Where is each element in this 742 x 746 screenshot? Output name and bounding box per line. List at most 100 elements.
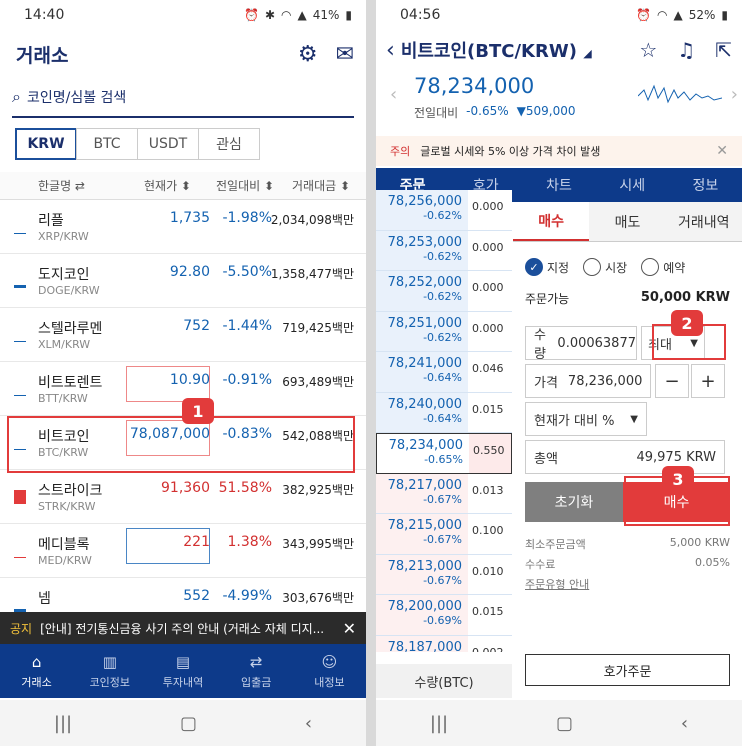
star-icon[interactable]: ☆ <box>639 38 657 62</box>
nav-investments[interactable]: ▤ 투자내역 <box>146 644 219 698</box>
ob-price: 78,253,000 <box>387 234 462 250</box>
back-icon[interactable]: ‹ <box>681 713 688 734</box>
table-row[interactable]: 스텔라루멘 XLM/KRW 752 -1.44% 719,425백만 <box>0 308 366 362</box>
ob-pct: -0.65% <box>424 453 463 466</box>
coin-price: 91,360 <box>161 480 210 496</box>
back-icon[interactable]: ‹ <box>305 713 312 734</box>
gear-icon[interactable]: ⚙ <box>298 42 318 67</box>
info-label: 최소주문금액 <box>525 538 586 551</box>
price-field[interactable]: 가격 78,236,000 <box>525 364 651 398</box>
info-label: 수수료 <box>525 558 556 571</box>
tab-favorites[interactable]: 관심 <box>198 128 260 160</box>
search-icon: ⌕ <box>12 87 21 106</box>
col-price[interactable]: 현재가 ⬍ <box>144 177 191 194</box>
radio-circle-icon <box>583 258 602 276</box>
check-icon: ✓ <box>525 258 543 276</box>
chat-icon[interactable]: ✉ <box>336 42 354 67</box>
nav-coin-info[interactable]: ▥ 코인정보 <box>73 644 146 698</box>
bell-icon[interactable]: ♫ <box>677 38 695 62</box>
orderbook-row[interactable]: 78,251,000 -0.62% 0.000 <box>376 311 512 352</box>
dropdown-icon: ◢ <box>583 47 592 60</box>
orderbook-row[interactable]: 78,240,000 -0.64% 0.015 <box>376 392 512 433</box>
nav-deposit[interactable]: ⇄ 입출금 <box>220 644 293 698</box>
share-icon[interactable]: ⇱ <box>715 38 732 62</box>
radio-limit[interactable]: ✓ 지정 <box>525 258 569 276</box>
ob-pct: -0.67% <box>423 492 462 506</box>
table-row[interactable]: 메디블록 MED/KRW 221 1.38% 343,995백만 <box>0 524 366 578</box>
warning-banner: 주의 글로벌 시세와 5% 이상 가격 차이 발생 ✕ <box>376 136 742 166</box>
total-label: 총액 <box>534 451 558 467</box>
close-icon[interactable]: ✕ <box>716 143 728 159</box>
ob-qty: 0.013 <box>468 473 512 513</box>
percent-select[interactable]: 현재가 대비 % ▼ <box>525 402 647 436</box>
col-change[interactable]: 전일대비 ⬍ <box>216 177 274 194</box>
radio-market[interactable]: 시장 <box>583 258 627 276</box>
orderbook-row[interactable]: 78,252,000 -0.62% 0.000 <box>376 271 512 312</box>
orderbook-row[interactable]: 78,241,000 -0.64% 0.046 <box>376 352 512 393</box>
tab-usdt[interactable]: USDT <box>137 128 199 160</box>
dropdown-arrow-icon: ▼ <box>630 413 638 425</box>
tab-history[interactable]: 거래내역 <box>665 202 742 241</box>
col-volume[interactable]: 거래대금 ⬍ <box>292 177 350 194</box>
home-button-icon[interactable]: ▢ <box>556 713 573 734</box>
radio-reserve[interactable]: 예약 <box>641 258 685 276</box>
tab-krw[interactable]: KRW <box>15 128 77 160</box>
table-row[interactable]: 도지코인 DOGE/KRW 92.80 -5.50% 1,358,477백만 <box>0 254 366 308</box>
table-row[interactable]: 스트라이크 STRK/KRW 91,360 51.58% 382,925백만 <box>0 470 366 524</box>
tab-buy[interactable]: 매수 <box>513 202 590 241</box>
orderbook-row[interactable]: 78,256,000 -0.62% 0.000 <box>376 190 512 231</box>
tab-btc[interactable]: BTC <box>76 128 138 160</box>
orderbook-order-button[interactable]: 호가주문 <box>525 654 730 686</box>
order-button-label: 호가주문 <box>603 664 652 680</box>
tab-market[interactable]: 시세 <box>596 168 669 202</box>
orderbook-row[interactable]: 78,213,000 -0.67% 0.010 <box>376 554 512 595</box>
status-bar: 04:56 ⏰ ◠ ▲ 52% ▮ <box>376 0 742 30</box>
info-link[interactable]: 주문유형 안내 <box>525 576 589 592</box>
coin-title[interactable]: 비트코인(BTC/KRW) ◢ <box>401 37 620 63</box>
ob-pct: -0.62% <box>423 330 462 344</box>
battery-level: 41% <box>312 8 340 22</box>
reset-button[interactable]: 초기화 <box>525 482 623 522</box>
quantity-field[interactable]: 수량 0.00063877 <box>525 326 637 362</box>
nav-exchange[interactable]: ⌂ 거래소 <box>0 644 73 698</box>
home-button-icon[interactable]: ▢ <box>180 713 197 734</box>
bluetooth-icon: ✱ <box>264 8 275 22</box>
col-name[interactable]: 한글명 ⇄ <box>38 177 85 194</box>
orderbook-row[interactable]: 78,215,000 -0.67% 0.100 <box>376 514 512 555</box>
coin-change: 1.38% <box>227 534 272 550</box>
orderbook-row[interactable]: 78,200,000 -0.69% 0.015 <box>376 595 512 636</box>
notice-bar[interactable]: 공지 [안내] 전기통신금융 사기 주의 안내 (거래소 자체 디지... ✕ <box>0 612 366 644</box>
coin-price: 10.90 <box>169 372 210 388</box>
coin-change: -0.91% <box>222 372 272 388</box>
battery-icon: ▮ <box>345 8 352 22</box>
orderbook-row-current[interactable]: 78,234,000 -0.65% 0.550 <box>376 433 512 474</box>
price-minus-button[interactable]: − <box>655 364 689 398</box>
recents-icon[interactable]: ||| <box>430 713 448 734</box>
ob-pct: -0.62% <box>423 290 462 303</box>
status-bar: 14:40 ⏰ ✱ ◠ ▲ 41% ▮ <box>0 0 366 30</box>
price-plus-button[interactable]: + <box>691 364 725 398</box>
orderbook-qty-toggle[interactable]: 수량(BTC) <box>376 664 512 698</box>
back-arrow-icon[interactable]: ‹ <box>386 38 395 63</box>
orderbook-row[interactable]: 78,253,000 -0.62% 0.000 <box>376 230 512 271</box>
recents-icon[interactable]: ||| <box>54 713 72 734</box>
nav-profile[interactable]: ☺ 내정보 <box>293 644 366 698</box>
info-value: 0.05% <box>695 556 730 569</box>
orderbook-row[interactable]: 78,187,000 0.002 <box>376 635 512 652</box>
chevron-right-icon[interactable]: › <box>731 84 738 105</box>
tab-sell[interactable]: 매도 <box>589 202 666 241</box>
change-label: 전일대비 <box>414 106 459 120</box>
ob-pct: -0.64% <box>423 371 462 384</box>
coin-symbol: XRP/KRW <box>38 230 89 243</box>
table-row[interactable]: 리플 XRP/KRW 1,735 -1.98% 2,034,098백만 <box>0 200 366 254</box>
order-type-guide[interactable]: 주문유형 안내 <box>525 576 730 592</box>
tab-chart[interactable]: 차트 <box>522 168 595 202</box>
tab-info[interactable]: 정보 <box>669 168 742 202</box>
chevron-left-icon[interactable]: ‹ <box>390 84 397 105</box>
total-field[interactable]: 총액 49,975 KRW <box>525 440 725 474</box>
orderbook-row[interactable]: 78,217,000 -0.67% 0.013 <box>376 473 512 514</box>
search-input[interactable]: ⌕ 코인명/심볼 검색 <box>12 78 354 118</box>
close-icon[interactable]: ✕ <box>343 619 356 638</box>
ob-qty: 0.010 <box>468 554 512 594</box>
candle-icon <box>14 544 26 558</box>
